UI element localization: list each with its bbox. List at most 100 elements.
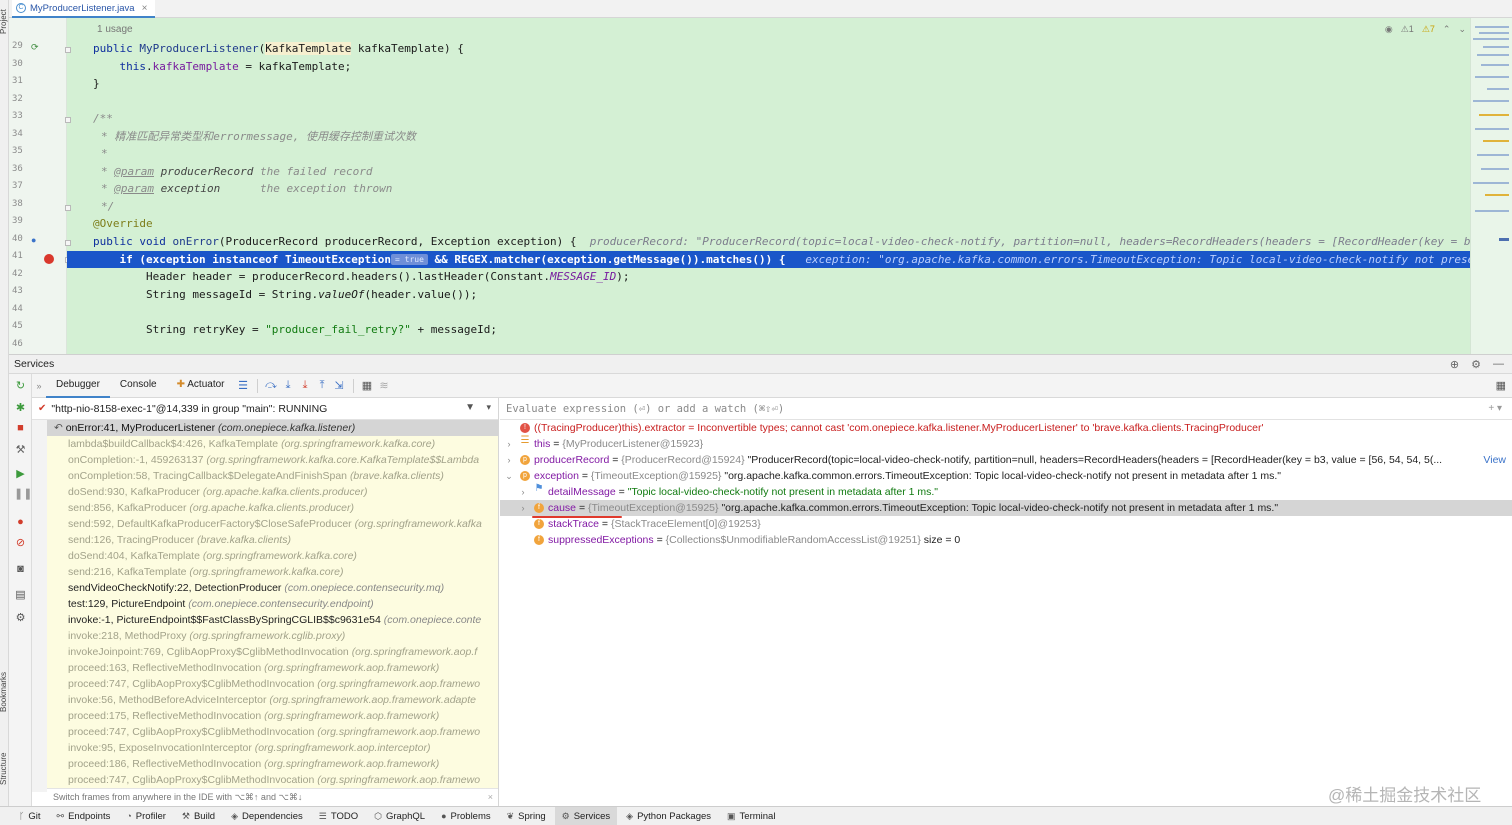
variable-row-detail-message[interactable]: › ⚑ detailMessage = "Topic local-video-c… [500,484,1512,502]
stack-frame[interactable]: invoke:-1, PictureEndpoint$$FastClassByS… [47,612,498,628]
expand-arrow-icon[interactable]: › [518,484,528,500]
bookmarks-tool-label[interactable]: Bookmarks [0,660,9,712]
stack-frame[interactable]: lambda$buildCallback$4:426, KafkaTemplat… [47,436,498,452]
bottom-tab-git[interactable]: ᚴ Git [12,807,48,825]
step-over-icon[interactable]: ⤼ [263,379,280,392]
bottom-tab-python-packages[interactable]: ◈ Python Packages [619,807,718,825]
usage-hint[interactable]: 1 usage [97,24,133,35]
stack-frame[interactable]: test:129, PictureEndpoint (com.onepiece.… [47,596,498,612]
resume-icon[interactable]: ▶ [14,468,27,481]
stack-frame[interactable]: proceed:747, CglibAopProxy$CglibMethodIn… [47,676,498,692]
stack-frame[interactable]: sendVideoCheckNotify:22, DetectionProduc… [47,580,498,596]
editor-minimap[interactable] [1470,18,1512,354]
filter-icon[interactable]: ▼ [465,402,475,413]
stack-frame[interactable]: proceed:186, ReflectiveMethodInvocation … [47,756,498,772]
bottom-tab-build[interactable]: ⚒ Build [175,807,222,825]
chevron-up-icon[interactable]: ⌃ [1443,24,1451,35]
close-hint-icon[interactable]: × [488,789,493,805]
inline-debug-value[interactable]: exception: "org.apache.kafka.common.erro… [786,253,1507,266]
evaluate-expression-input[interactable]: Evaluate expression (⏎) or add a watch (… [500,398,1512,420]
camera-icon[interactable]: ◙ [14,563,27,576]
stack-frame[interactable]: proceed:747, CglibAopProxy$CglibMethodIn… [47,772,498,788]
bottom-tab-services[interactable]: ⚙ Services [554,806,618,825]
debug-icon[interactable]: ✱ [14,402,27,415]
thread-selector[interactable]: ✔ "http-nio-8158-exec-1"@14,339 in group… [32,398,498,420]
stop-icon[interactable]: ■ [14,422,27,435]
layout-settings-icon[interactable]: ▦ [1496,379,1506,392]
pause-icon[interactable]: ❚❚ [14,488,32,501]
variable-row-this[interactable]: › ☰ this = {MyProducerListener@15923} [500,436,1512,452]
chevron-down-icon[interactable]: ▾ [486,402,491,413]
reader-mode-icon[interactable]: ◉ [1385,24,1393,35]
expand-arrow-icon[interactable]: › [518,500,528,516]
editor-inspection-status[interactable]: ◉ ⚠1 ⚠7 ⌃ ⌄ [1385,24,1466,35]
gear-icon[interactable]: ⚙ [1471,358,1481,371]
force-step-into-icon[interactable]: ⤓ [297,379,314,392]
bottom-tab-profiler[interactable]: ◔ Profiler [119,807,173,825]
bottom-tab-graphql[interactable]: ⬡ GraphQL [367,807,432,825]
stack-frame[interactable]: proceed:747, CglibAopProxy$CglibMethodIn… [47,724,498,740]
variable-row-suppressed[interactable]: f suppressedExceptions = {Collections$Un… [500,532,1512,548]
bottom-tab-endpoints[interactable]: ⚯ Endpoints [50,807,118,825]
trace-icon[interactable]: ≋ [376,379,393,392]
tab-debugger[interactable]: Debugger [46,374,110,398]
bottom-tab-problems[interactable]: ● Problems [434,807,498,825]
breakpoint-icon[interactable] [44,254,54,264]
rerun-icon[interactable]: ↻ [14,380,27,393]
collapse-arrow-icon[interactable]: ⌄ [504,468,514,484]
wrench-icon[interactable]: ⚒ [14,444,27,457]
weak-warning-count[interactable]: ⚠1 [1401,24,1414,35]
stack-frame[interactable]: onCompletion:-1, 459263137 (org.springfr… [47,452,498,468]
globe-icon[interactable]: ⊕ [1450,358,1459,371]
variable-row-producer-record[interactable]: › p producerRecord = {ProducerRecord@159… [500,452,1512,468]
structure-tool-label[interactable]: Structure [0,735,9,785]
mute-breakpoints-icon[interactable]: ⊘ [14,537,27,550]
fold-marker-icon[interactable] [65,240,71,246]
inline-debug-value[interactable]: producerRecord: "ProducerRecord(topic=lo… [576,235,1512,248]
layout-icon[interactable]: ▤ [14,589,27,602]
editor-gutter[interactable]: 29 30 31 32 33 34 35 36 37 38 39 40 41 4… [9,18,71,354]
override-icon[interactable]: ● [31,235,36,245]
expand-arrow-icon[interactable]: › [504,436,514,452]
evaluate-icon[interactable]: ▦ [359,379,376,392]
stack-frame[interactable]: send:856, KafkaProducer (org.apache.kafk… [47,500,498,516]
stack-frame[interactable]: invoke:56, MethodBeforeAdviceInterceptor… [47,692,498,708]
stack-frame[interactable]: doSend:930, KafkaProducer (org.apache.ka… [47,484,498,500]
step-out-icon[interactable]: ⤒ [314,379,331,392]
stack-frame[interactable]: send:126, TracingProducer (brave.kafka.c… [47,532,498,548]
menu-icon[interactable]: ☰ [235,379,252,392]
stack-frame[interactable]: invoke:218, MethodProxy (org.springframe… [47,628,498,644]
fold-marker-icon[interactable] [65,47,71,53]
close-tab-icon[interactable]: × [142,3,148,14]
bottom-tab-terminal[interactable]: ▣ Terminal [720,807,782,825]
stack-frame[interactable]: invoke:95, ExposeInvocationInterceptor (… [47,740,498,756]
stack-frame[interactable]: send:216, KafkaTemplate (org.springframe… [47,564,498,580]
minimize-icon[interactable]: — [1493,358,1504,371]
view-breakpoints-icon[interactable]: ● [14,516,27,529]
stack-frame[interactable]: ↶ onError:41, MyProducerListener (com.on… [47,420,498,436]
implementation-icon[interactable]: ⟳ [31,42,39,53]
warning-count[interactable]: ⚠7 [1422,24,1435,35]
variable-error-row[interactable]: ! ((TracingProducer)this).extractor = In… [500,420,1512,436]
run-to-cursor-icon[interactable]: ⇲ [331,379,348,392]
stack-frame[interactable]: send:592, DefaultKafkaProducerFactory$Cl… [47,516,498,532]
collapse-icon[interactable]: » [32,381,46,391]
project-tool-label[interactable]: Project [0,0,9,34]
stack-frame[interactable]: onCompletion:58, TracingCallback$Delegat… [47,468,498,484]
file-tab[interactable]: C MyProducerListener.java × [12,0,156,18]
bottom-tab-dependencies[interactable]: ◈ Dependencies [224,807,310,825]
stack-frame[interactable]: proceed:163, ReflectiveMethodInvocation … [47,660,498,676]
code-editor[interactable]: 29 30 31 32 33 34 35 36 37 38 39 40 41 4… [9,18,1512,354]
step-into-icon[interactable]: ⤓ [280,379,297,392]
settings-icon[interactable]: ⚙ [14,612,27,625]
bottom-tab-todo[interactable]: ☰ TODO [312,807,365,825]
variable-row-exception[interactable]: ⌄ p exception = {TimeoutException@15925}… [500,468,1512,484]
variable-row-cause[interactable]: › f cause = {TimeoutException@15925} "or… [500,500,1512,518]
stack-frame[interactable]: doSend:404, KafkaTemplate (org.springfra… [47,548,498,564]
tab-actuator[interactable]: ✚ Actuator [167,374,235,398]
fold-marker-icon[interactable] [65,117,71,123]
stack-frame[interactable]: proceed:175, ReflectiveMethodInvocation … [47,708,498,724]
fold-marker-icon[interactable] [65,205,71,211]
view-link[interactable]: View [1483,452,1506,468]
stack-frame[interactable]: invokeJoinpoint:769, CglibAopProxy$Cglib… [47,644,498,660]
